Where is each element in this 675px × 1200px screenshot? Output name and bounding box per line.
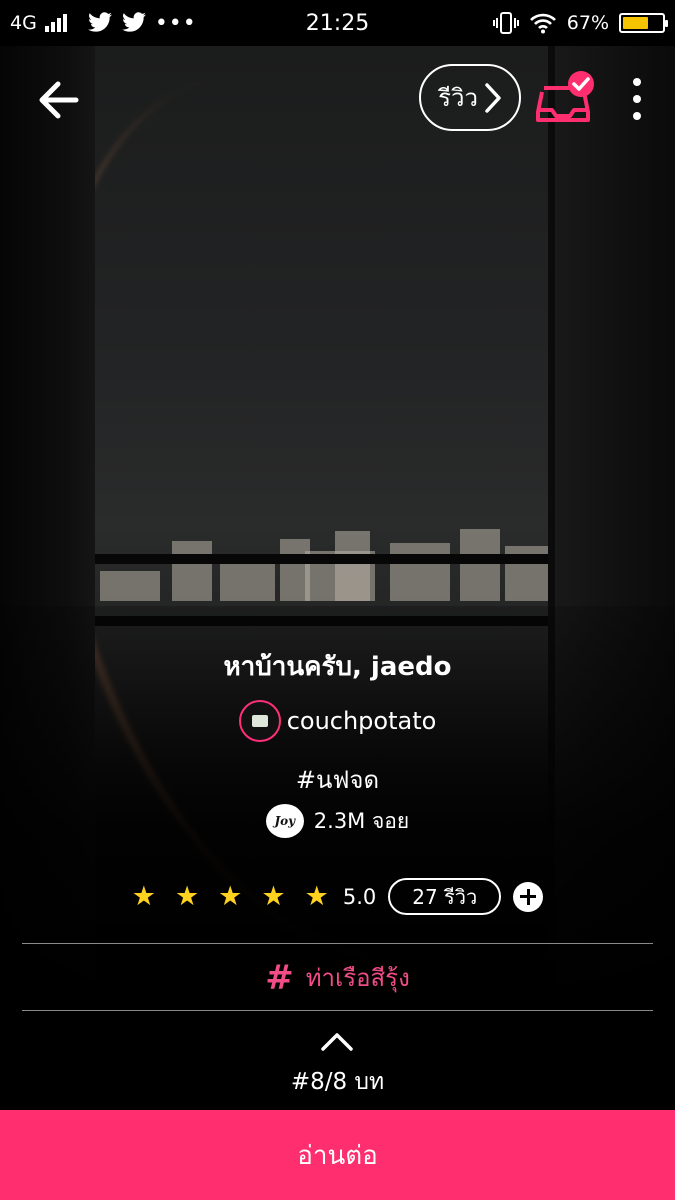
status-right: 67% [492,0,668,46]
episode-indicator[interactable]: #8/8 บท [0,1064,675,1100]
star-rating: ★ ★ ★ ★ ★ [132,883,329,910]
author-row[interactable]: couchpotato [0,700,675,742]
review-count-button[interactable]: 27 รีวิว [388,878,502,915]
back-button[interactable] [30,72,86,128]
cover-image [0,46,675,1110]
chevron-up-icon[interactable] [320,1030,354,1052]
battery-level [623,17,649,29]
wifi-icon [529,13,556,34]
hashtag-icon: # [265,957,294,998]
star-icon: ★ [261,881,286,912]
add-review-button[interactable] [513,881,544,912]
chevron-right-icon [485,82,501,113]
star-icon: ★ [218,881,243,912]
story-tag[interactable]: #นฟจด [0,760,675,799]
rating-row: ★ ★ ★ ★ ★ 5.0 27 รีวิว [0,878,675,915]
divider [22,943,653,944]
battery-icon [619,13,668,33]
city-skyline [90,481,560,601]
avatar[interactable] [238,700,281,742]
rating-score: 5.0 [342,884,377,909]
divider [22,1010,653,1011]
joy-icon: Joy [265,804,304,838]
continue-reading-button[interactable]: อ่านต่อ [0,1110,675,1200]
arrow-left-icon [39,81,79,119]
library-check-icon [536,71,594,122]
review-button[interactable]: รีวิว [419,64,521,131]
story-title: หาบ้านครับ, jaedo [223,652,452,682]
joy-count-row: Joy 2.3M จอย [0,804,675,838]
review-label: รีวิว [438,84,478,112]
star-icon: ★ [174,881,200,912]
joy-count: 2.3M จอย [313,808,410,833]
category-label: ท่าเรือสีรุ้ง [305,964,410,992]
balcony-rail [90,554,550,564]
vibrate-icon [492,12,519,34]
more-vertical-icon[interactable] [623,74,651,124]
star-icon: ★ [131,881,156,912]
category-link[interactable]: # ท่าเรือสีรุ้ง [0,958,675,997]
star-icon: ★ [304,881,329,912]
status-bar: 4G ••• 21:25 67% [0,0,675,46]
author-name[interactable]: couchpotato [287,707,437,735]
battery-percent: 67% [566,12,609,34]
add-to-library-button[interactable] [534,70,600,124]
